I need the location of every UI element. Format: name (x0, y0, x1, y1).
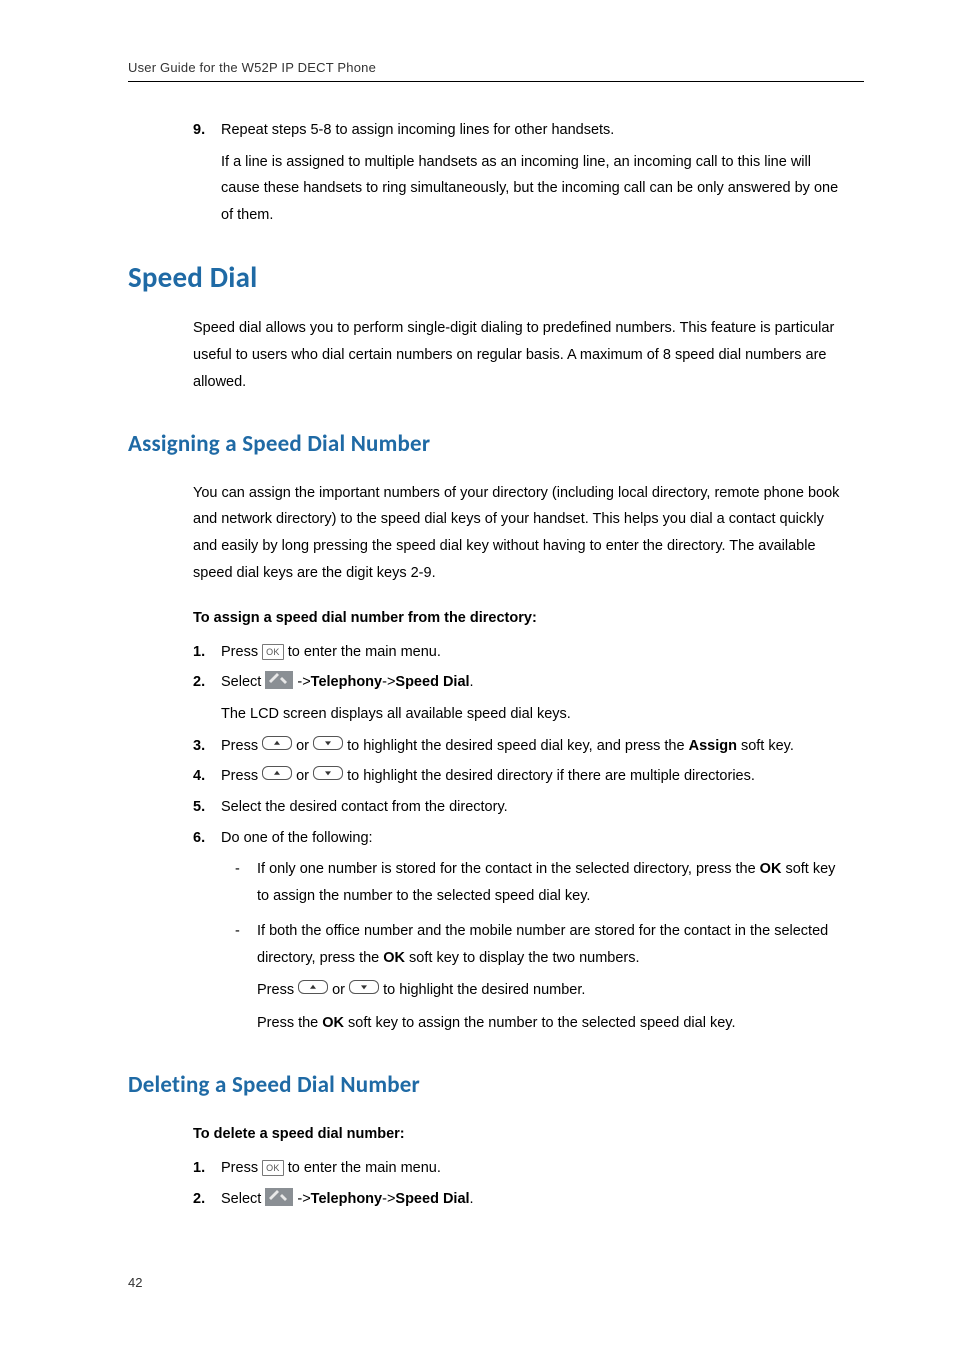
dash: - (235, 856, 240, 883)
text: Press the (257, 1015, 322, 1031)
text: If only one number is stored for the con… (257, 861, 760, 877)
step-number: 1. (193, 1156, 205, 1181)
up-arrow-key-icon (262, 736, 292, 750)
deleting-lead: To delete a speed dial number: (193, 1121, 864, 1148)
heading-assigning: Assigning a Speed Dial Number (128, 430, 864, 458)
ok-key-icon: OK (262, 644, 284, 660)
step-number: 4. (193, 764, 205, 789)
telephony-label: Telephony (311, 1191, 382, 1207)
telephony-label: Telephony (311, 674, 382, 690)
down-arrow-key-icon (313, 736, 343, 750)
running-header: User Guide for the W52P IP DECT Phone (128, 60, 864, 82)
dash: - (235, 918, 240, 945)
down-arrow-key-icon (313, 766, 343, 780)
delete-step-2: 2. Select ->Telephony->Speed Dial. (193, 1187, 844, 1212)
assign-step-5: 5. Select the desired contact from the d… (193, 795, 844, 820)
bullet-2-line2: Press or to highlight the desired number… (257, 977, 844, 1004)
step-note: If a line is assigned to multiple handse… (221, 149, 844, 229)
text: -> (293, 674, 310, 690)
text: Select (221, 674, 265, 690)
ok-key-icon: OK (262, 1160, 284, 1176)
header-text: User Guide for the W52P IP DECT Phone (128, 60, 376, 75)
text: or (292, 768, 313, 784)
text: -> (382, 674, 395, 690)
text: -> (382, 1191, 395, 1207)
assign-step-1: 1. Press OK to enter the main menu. (193, 640, 844, 665)
step-text: Repeat steps 5-8 to assign incoming line… (221, 122, 614, 138)
step-number: 2. (193, 670, 205, 695)
text: Select (221, 1191, 265, 1207)
step-number: 1. (193, 640, 205, 665)
continued-steps: 9. Repeat steps 5-8 to assign incoming l… (193, 118, 844, 229)
text: soft key to display the two numbers. (405, 950, 640, 966)
text: Do one of the following: (221, 830, 373, 846)
tools-icon (265, 671, 293, 689)
step-6-bullets: - If only one number is stored for the c… (221, 856, 844, 1037)
assign-step-4: 4. Press or to highlight the desired dir… (193, 764, 844, 789)
text: . (470, 674, 474, 690)
assigning-steps: 1. Press OK to enter the main menu. 2. S… (193, 640, 844, 1038)
text: Press (257, 982, 298, 998)
heading-speed-dial: Speed Dial (128, 259, 864, 295)
step-9: 9. Repeat steps 5-8 to assign incoming l… (193, 118, 844, 229)
text: Press (221, 1160, 262, 1176)
bullet-1: - If only one number is stored for the c… (221, 856, 844, 910)
delete-step-1: 1. Press OK to enter the main menu. (193, 1156, 844, 1181)
ok-label: OK (760, 861, 782, 877)
assign-label: Assign (689, 738, 737, 754)
text: . (470, 1191, 474, 1207)
text: Select the desired contact from the dire… (221, 799, 508, 815)
step-number: 5. (193, 795, 205, 820)
step-sub: The LCD screen displays all available sp… (221, 701, 844, 728)
bullet-2: - If both the office number and the mobi… (221, 918, 844, 1037)
text: to enter the main menu. (284, 1160, 441, 1176)
text: or (328, 982, 349, 998)
assign-step-3: 3. Press or to highlight the desired spe… (193, 734, 844, 759)
text: soft key to assign the number to the sel… (344, 1015, 735, 1031)
heading-deleting: Deleting a Speed Dial Number (128, 1071, 864, 1099)
step-number: 2. (193, 1187, 205, 1212)
tools-icon (265, 1188, 293, 1206)
step-number: 3. (193, 734, 205, 759)
text: to highlight the desired speed dial key,… (343, 738, 689, 754)
step-number: 9. (193, 118, 205, 143)
text: or (292, 738, 313, 754)
page: User Guide for the W52P IP DECT Phone 9.… (0, 0, 954, 1350)
down-arrow-key-icon (349, 980, 379, 994)
assign-step-2: 2. Select ->Telephony->Speed Dial. The L… (193, 670, 844, 727)
text: to highlight the desired number. (379, 982, 585, 998)
page-number: 42 (128, 1275, 142, 1290)
text: soft key. (737, 738, 794, 754)
text: Press (221, 738, 262, 754)
assign-step-6: 6. Do one of the following: - If only on… (193, 826, 844, 1038)
assigning-lead: To assign a speed dial number from the d… (193, 605, 864, 632)
bullet-2-line3: Press the OK soft key to assign the numb… (257, 1010, 844, 1037)
text: -> (293, 1191, 310, 1207)
text: to enter the main menu. (284, 644, 441, 660)
deleting-steps: 1. Press OK to enter the main menu. 2. S… (193, 1156, 844, 1211)
ok-label: OK (322, 1015, 344, 1031)
text: Press (221, 768, 262, 784)
step-number: 6. (193, 826, 205, 851)
speed-dial-intro: Speed dial allows you to perform single-… (193, 315, 844, 395)
up-arrow-key-icon (262, 766, 292, 780)
speed-dial-label: Speed Dial (395, 1191, 469, 1207)
speed-dial-label: Speed Dial (395, 674, 469, 690)
text: Press (221, 644, 262, 660)
ok-label: OK (383, 950, 405, 966)
up-arrow-key-icon (298, 980, 328, 994)
assigning-intro: You can assign the important numbers of … (193, 480, 844, 587)
text: to highlight the desired directory if th… (343, 768, 755, 784)
